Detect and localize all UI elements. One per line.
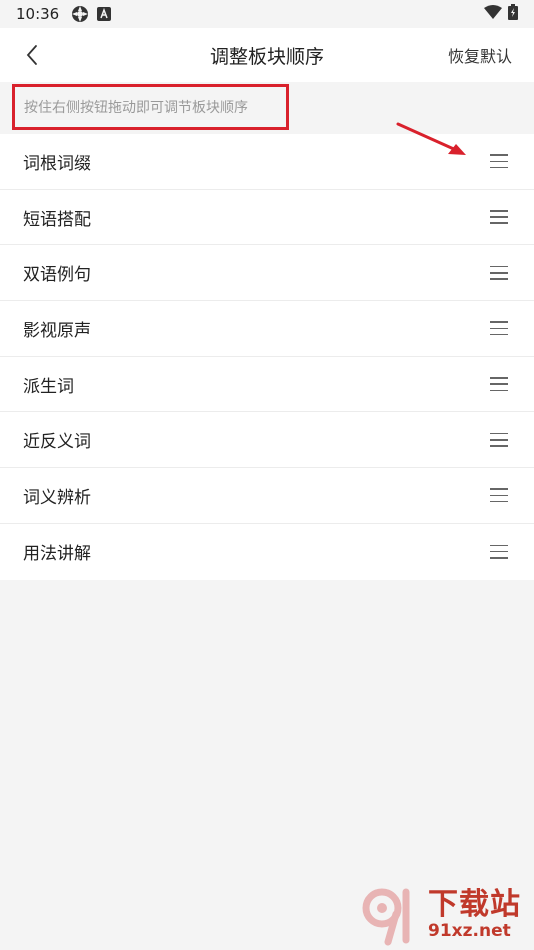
drag-handle-icon[interactable]	[490, 488, 508, 503]
back-button[interactable]	[14, 36, 50, 74]
drag-handle-icon[interactable]	[490, 432, 508, 447]
drag-handle-icon[interactable]	[490, 377, 508, 392]
drag-handle-icon[interactable]	[490, 265, 508, 280]
chevron-left-icon	[26, 45, 37, 65]
drag-handle-icon[interactable]	[490, 321, 508, 336]
a-badge-icon	[97, 7, 112, 21]
settings-app-icon	[71, 5, 89, 23]
section-list: 词根词缀 短语搭配 双语例句 影视原声 派生词 近反义词 词义辨析 用法讲解	[0, 134, 534, 580]
list-item-label: 词义辨析	[23, 487, 91, 508]
watermark: 下载站 91xz.net	[360, 884, 530, 946]
list-item[interactable]: 派生词	[0, 357, 534, 413]
list-item[interactable]: 双语例句	[0, 245, 534, 302]
drag-handle-icon[interactable]	[490, 210, 508, 225]
list-item[interactable]: 影视原声	[0, 301, 534, 357]
toolbar: 调整板块顺序 恢复默认	[0, 28, 534, 82]
hint-area: 按住右侧按钮拖动即可调节板块顺序	[0, 82, 534, 134]
drag-handle-icon[interactable]	[490, 154, 508, 169]
list-item[interactable]: 用法讲解	[0, 524, 534, 580]
list-item[interactable]: 词根词缀	[0, 134, 534, 190]
list-item[interactable]: 近反义词	[0, 412, 534, 469]
drag-handle-icon[interactable]	[490, 544, 508, 559]
list-item-label: 短语搭配	[23, 209, 91, 230]
restore-default-button[interactable]: 恢复默认	[448, 28, 512, 82]
list-item-label: 词根词缀	[23, 153, 91, 174]
hint-text: 按住右侧按钮拖动即可调节板块顺序	[12, 84, 289, 130]
list-item[interactable]: 词义辨析	[0, 468, 534, 524]
list-item-label: 影视原声	[23, 320, 91, 341]
list-item-label: 近反义词	[23, 432, 91, 453]
wifi-icon	[484, 5, 502, 23]
list-item[interactable]: 短语搭配	[0, 190, 534, 246]
list-item-label: 用法讲解	[23, 544, 91, 565]
watermark-url: 91xz.net	[428, 921, 511, 941]
status-time: 10:36	[16, 5, 60, 23]
list-item-label: 双语例句	[23, 265, 91, 286]
watermark-logo-icon	[362, 888, 410, 946]
list-item-label: 派生词	[23, 376, 74, 397]
battery-icon	[508, 4, 518, 24]
status-bar: 10:36	[0, 0, 534, 28]
watermark-brand: 下载站	[428, 887, 521, 922]
